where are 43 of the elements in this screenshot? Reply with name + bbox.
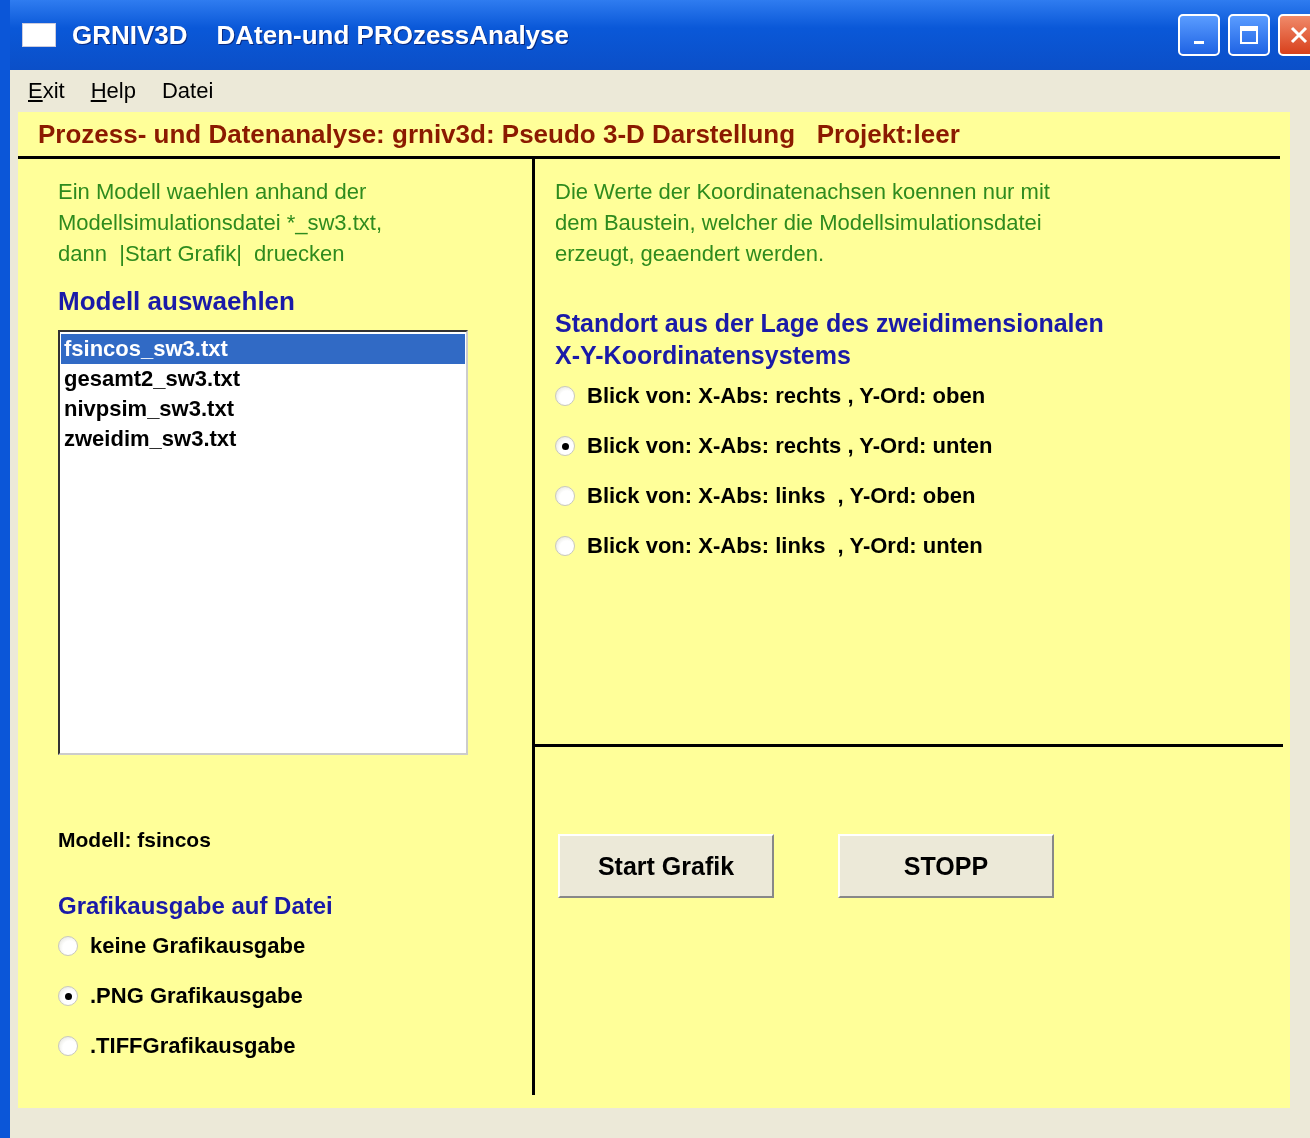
minimize-button[interactable] [1178,14,1220,56]
action-button[interactable]: STOPP [838,834,1054,898]
list-item[interactable]: nivpsim_sw3.txt [61,394,465,424]
model-label: Modell: fsincos [58,827,212,853]
radio-button[interactable] [555,486,575,506]
section-title: Modell auswaehlen [58,286,296,316]
radio-label: .TIFFGrafikausgabe [90,1033,296,1059]
radio-button[interactable] [555,436,575,456]
maximize-icon [1239,25,1259,45]
action-button[interactable]: Start Grafik [558,834,774,898]
close-button[interactable] [1278,14,1310,56]
note-text: Die Werte der Koordinatenachsen koennen nur mit [555,178,1051,206]
radio-label: Blick von: X-Abs: links , Y-Ord: oben [587,483,976,509]
instruction-text: Modellsimulationsdatei *_sw3.txt, [58,209,384,237]
radio-label: Blick von: X-Abs: rechts , Y-Ord: oben [587,383,986,409]
model-list[interactable]: fsincos_sw3.txt gesamt2_sw3.txt nivpsim_sw3.txt zweidim_sw3.txt [58,330,468,755]
radio-button[interactable] [555,536,575,556]
list-item[interactable]: fsincos_sw3.txt [61,334,465,364]
radio-label: .PNG Grafikausgabe [90,983,303,1009]
list-item[interactable]: zweidim_sw3.txt [61,424,465,454]
radio-button[interactable] [58,986,78,1006]
radio-button[interactable] [58,1036,78,1056]
section-title: Grafikausgabe auf Datei [58,891,334,921]
menu-item[interactable]: Exit [28,78,65,104]
list-item[interactable]: gesamt2_sw3.txt [61,364,465,394]
radio-label: Blick von: X-Abs: rechts , Y-Ord: unten [587,433,993,459]
section-title: Standort aus der Lage des zweidimensionalen X-Y-Koordinatensystems [555,308,1105,371]
radio-label: Blick von: X-Abs: links , Y-Ord: unten [587,533,983,559]
instruction-text: dann |Start Grafik| druecken [58,240,346,268]
radio-button[interactable] [555,386,575,406]
close-icon [1289,25,1309,45]
window-title: GRNIV3D DAten-und PROzessAnalyse [72,19,569,51]
note-text: erzeugt, geaendert werden. [555,240,826,268]
radio-button[interactable] [58,936,78,956]
instruction-text: Ein Modell waehlen anhand der [58,178,368,206]
menu-item[interactable]: Datei [161,78,214,104]
radio-label: keine Grafikausgabe [90,933,306,959]
app-icon [22,23,56,47]
header-title: Prozess- und Datenanalyse: grniv3d: Pseudo 3-D Darstellung Projekt:leer [18,112,1280,159]
menu-item[interactable]: Help [90,78,136,104]
minimize-icon [1194,40,1204,44]
maximize-button[interactable] [1228,14,1270,56]
note-text: dem Baustein, welcher die Modellsimulationsdatei [555,209,1043,237]
